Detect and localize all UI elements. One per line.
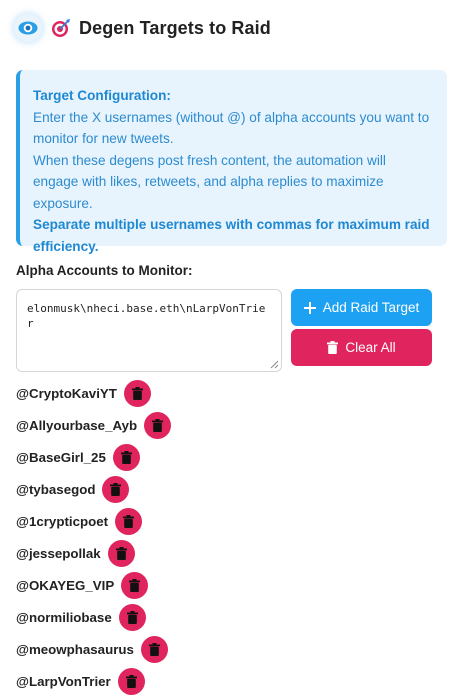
delete-account-button[interactable] xyxy=(112,443,140,471)
account-item: @1crypticpoet xyxy=(16,505,171,537)
page-title: Degen Targets to Raid xyxy=(79,17,271,38)
account-item: @LarpVonTrier xyxy=(16,665,171,697)
account-name: @Allyourbase_Ayb xyxy=(16,417,138,433)
trash-icon xyxy=(129,578,141,592)
info-box: Target Configuration: Enter the X userna… xyxy=(16,70,447,254)
trash-icon xyxy=(148,642,160,656)
account-item: @tybasegod xyxy=(16,473,171,505)
add-raid-target-label: Add Raid Target xyxy=(322,300,420,315)
delete-account-button[interactable] xyxy=(115,507,143,535)
clear-all-button[interactable]: Clear All xyxy=(291,329,432,366)
trash-icon xyxy=(125,674,137,688)
trash-icon xyxy=(120,450,132,464)
account-item: @meowphasaurus xyxy=(16,633,171,665)
clear-all-label: Clear All xyxy=(345,340,396,355)
account-item: @BaseGirl_25 xyxy=(16,441,171,473)
trash-icon xyxy=(327,341,339,354)
account-name: @meowphasaurus xyxy=(16,641,134,657)
info-line-1: Enter the X usernames (without @) of alp… xyxy=(33,109,430,147)
delete-account-button[interactable] xyxy=(118,603,146,631)
info-emphasis: Separate multiple usernames with commas … xyxy=(33,217,430,254)
accounts-field-label: Alpha Accounts to Monitor: xyxy=(16,263,193,278)
trash-icon xyxy=(110,482,122,496)
resize-handle-icon[interactable] xyxy=(269,359,279,369)
add-raid-target-button[interactable]: Add Raid Target xyxy=(291,289,432,326)
delete-account-button[interactable] xyxy=(123,379,151,407)
delete-account-button[interactable] xyxy=(117,667,145,695)
account-item: @Allyourbase_Ayb xyxy=(16,409,172,441)
account-list: @CryptoKaviYT @Allyourbase_Ayb @BaseGirl… xyxy=(16,377,172,697)
trash-icon xyxy=(115,546,127,560)
header: Degen Targets to Raid xyxy=(14,12,271,44)
dart-target-icon xyxy=(51,18,71,38)
account-item: @CryptoKaviYT xyxy=(16,377,171,409)
account-name: @BaseGirl_25 xyxy=(16,449,106,465)
trash-icon xyxy=(126,610,138,624)
account-item: @OKAYEG_VIP xyxy=(16,569,171,601)
delete-account-button[interactable] xyxy=(121,571,149,599)
account-name: @LarpVonTrier xyxy=(16,673,111,689)
delete-account-button[interactable] xyxy=(144,411,172,439)
info-heading: Target Configuration: xyxy=(33,88,171,103)
account-item: @normiliobase xyxy=(16,601,171,633)
trash-icon xyxy=(152,418,164,432)
account-name: @tybasegod xyxy=(16,481,96,497)
info-line-2: When these degens post fresh content, th… xyxy=(33,152,386,211)
delete-account-button[interactable] xyxy=(107,539,135,567)
account-name: @normiliobase xyxy=(16,609,112,625)
delete-account-button[interactable] xyxy=(140,635,168,663)
plus-icon xyxy=(303,301,316,314)
trash-icon xyxy=(131,386,143,400)
accounts-textarea-value: elonmusk\nheci.base.eth\nLarpVonTrier xyxy=(27,302,266,330)
account-item: @jessepollak xyxy=(16,537,171,569)
eye-icon xyxy=(14,14,42,42)
trash-icon xyxy=(123,514,135,528)
accounts-textarea[interactable]: elonmusk\nheci.base.eth\nLarpVonTrier xyxy=(16,289,282,372)
delete-account-button[interactable] xyxy=(102,475,130,503)
account-name: @CryptoKaviYT xyxy=(16,385,117,401)
account-name: @jessepollak xyxy=(16,545,101,561)
account-name: @1crypticpoet xyxy=(16,513,109,529)
account-name: @OKAYEG_VIP xyxy=(16,577,115,593)
